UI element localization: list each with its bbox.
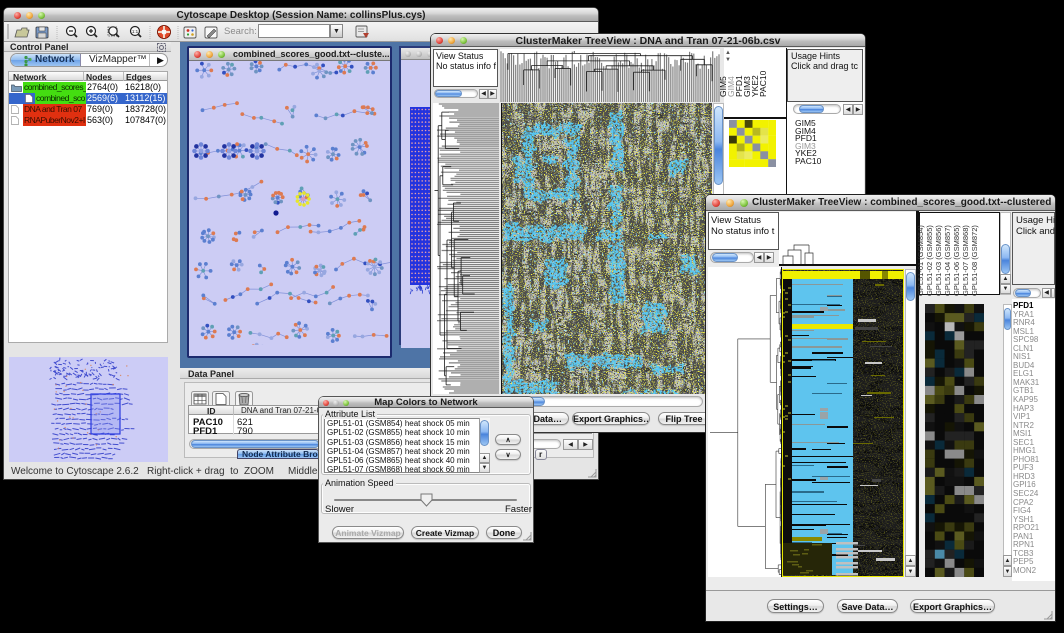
svg-text:1:1: 1:1: [132, 29, 139, 34]
